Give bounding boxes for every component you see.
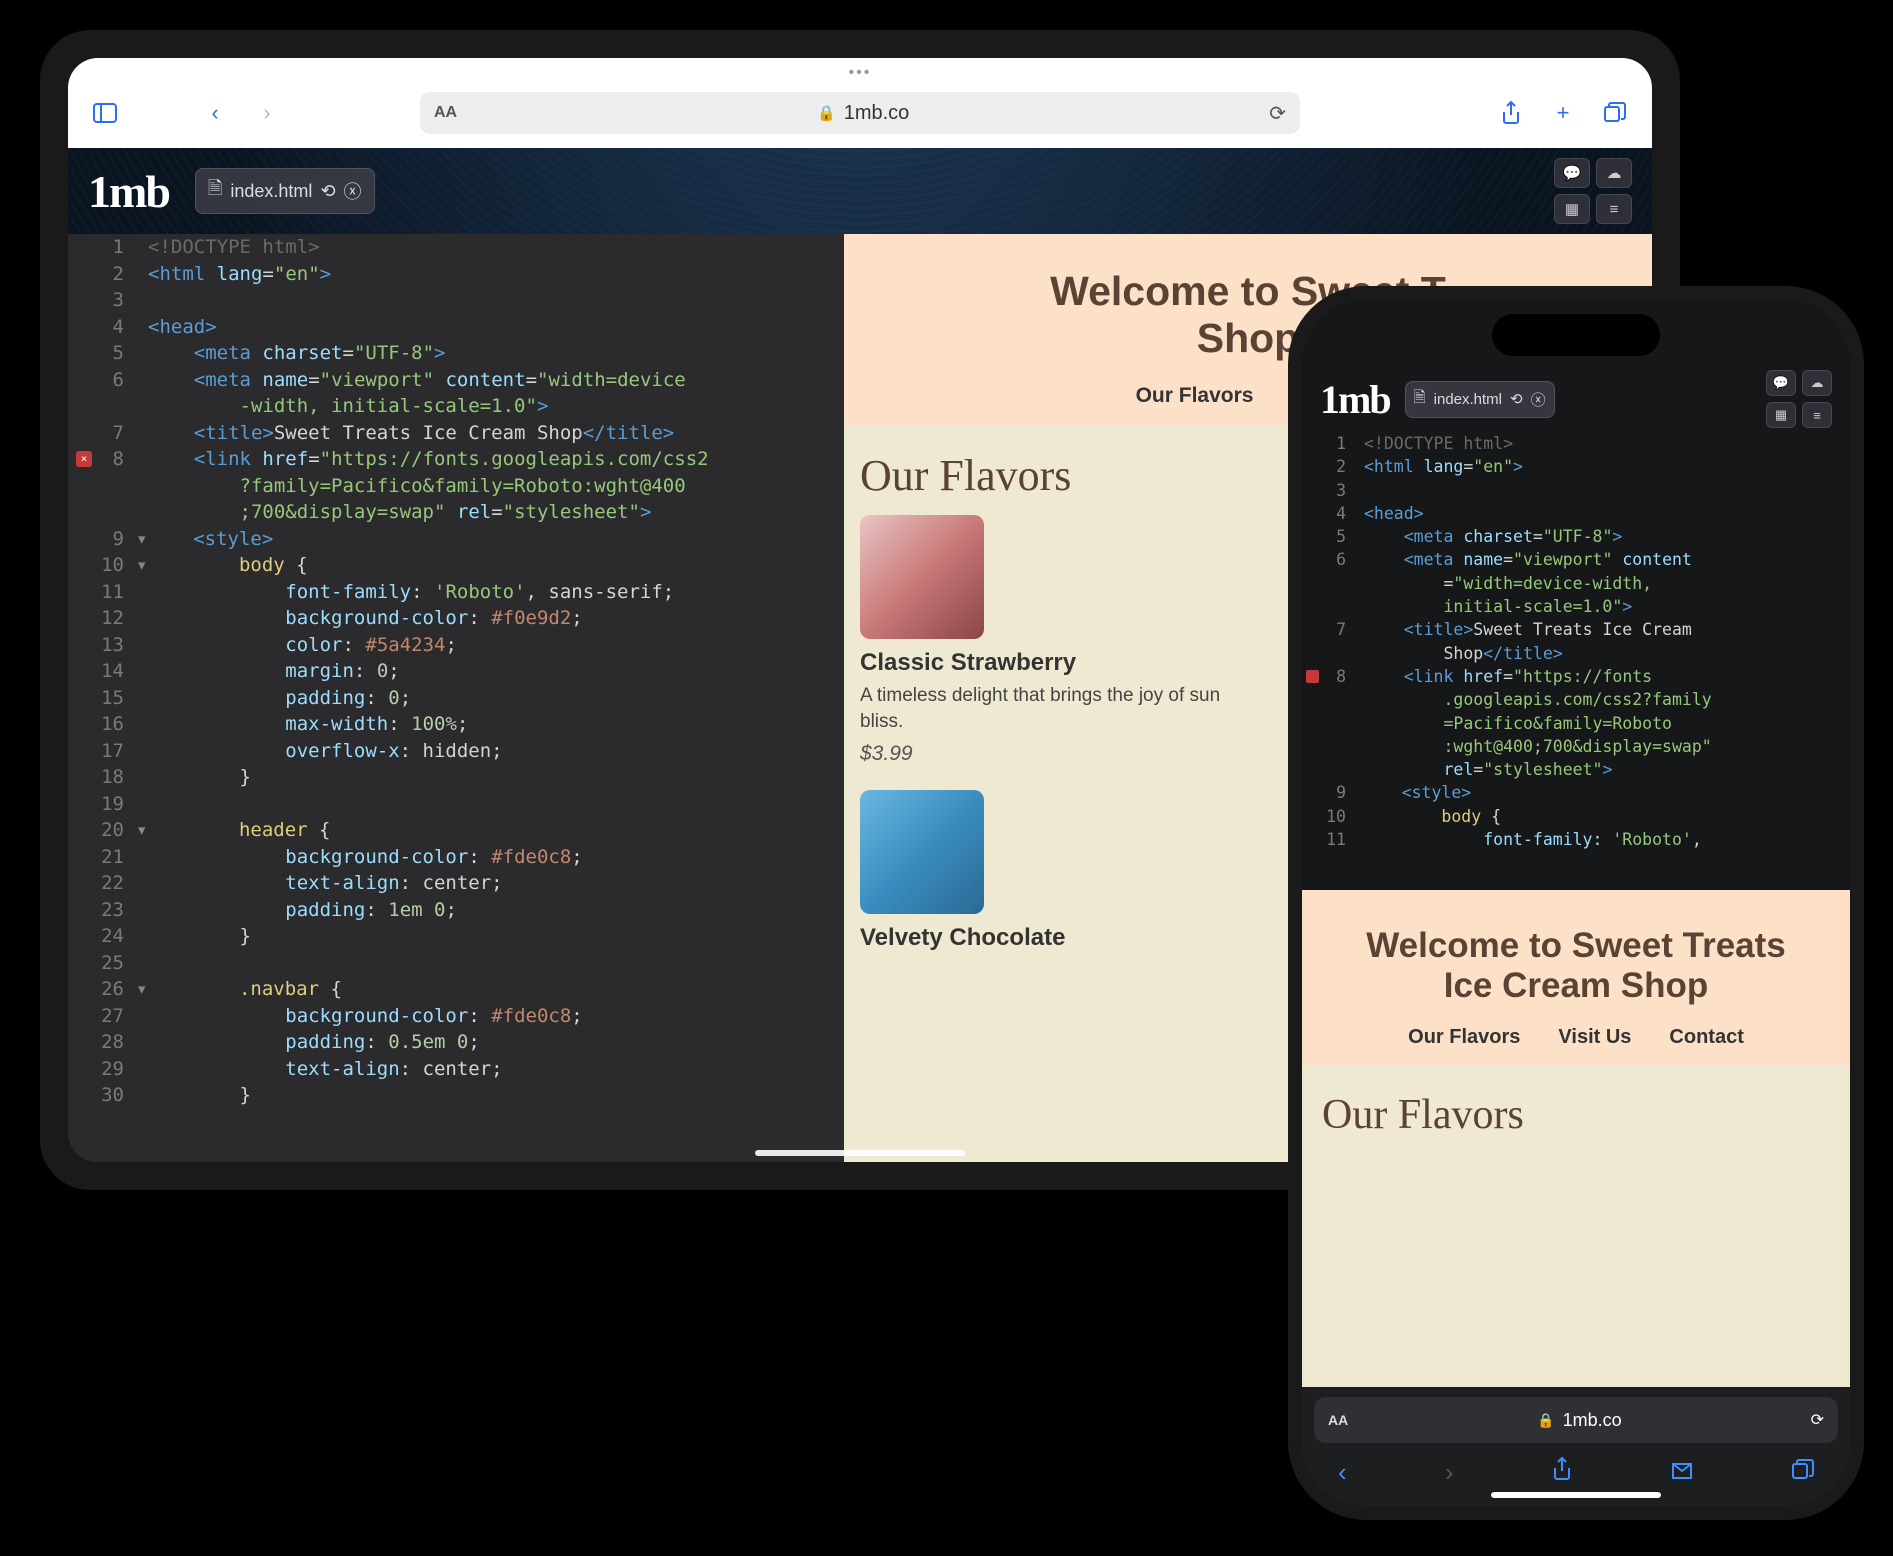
- file-tab[interactable]: 🗎 index.html ⟲ ⓧ: [1405, 381, 1555, 418]
- file-name: index.html: [230, 181, 312, 202]
- reload-icon[interactable]: ⟳: [1811, 1410, 1824, 1430]
- iphone-safari-bottom: AA 🔒 1mb.co ⟳ ‹ ›: [1302, 1387, 1850, 1506]
- chat-icon[interactable]: 💬: [1766, 370, 1796, 396]
- nav-flavors[interactable]: Our Flavors: [1136, 384, 1254, 408]
- multitask-dots[interactable]: •••: [68, 58, 1652, 84]
- back-icon[interactable]: ‹: [198, 96, 232, 130]
- lock-icon: 🔒: [817, 104, 836, 122]
- grid-icon[interactable]: ▦: [1554, 194, 1590, 224]
- code-gutter: 1234567891011: [1302, 432, 1354, 851]
- file-icon: 🗎: [208, 176, 222, 206]
- scrollbar[interactable]: [755, 1150, 965, 1156]
- tabs-icon[interactable]: [1792, 1457, 1814, 1488]
- flavor-image: [860, 515, 984, 639]
- forward-icon: ›: [250, 96, 284, 130]
- file-tab[interactable]: 🗎 index.html ⟲ ⓧ: [195, 168, 375, 214]
- close-icon[interactable]: ⓧ: [344, 178, 362, 204]
- iphone-url-bar[interactable]: AA 🔒 1mb.co ⟳: [1314, 1397, 1838, 1443]
- nav-flavors[interactable]: Our Flavors: [1408, 1026, 1520, 1049]
- code-lines[interactable]: <!DOCTYPE html><html lang="en"><head> <m…: [148, 234, 844, 1109]
- file-name: index.html: [1434, 391, 1502, 408]
- safari-toolbar: ‹ › AA 🔒 1mb.co ⟳ +: [68, 84, 1652, 148]
- header-actions: 💬 ☁ ▦ ≡: [1554, 158, 1632, 224]
- iphone-editor: 1mb 🗎 index.html ⟲ ⓧ 💬 ☁ ▦ ≡ 12345678910…: [1302, 300, 1850, 890]
- back-icon[interactable]: ‹: [1338, 1457, 1347, 1488]
- flavor-image: [860, 790, 984, 914]
- iphone-toolbar: ‹ ›: [1314, 1443, 1838, 1488]
- url-bar[interactable]: AA 🔒 1mb.co ⟳: [420, 92, 1300, 134]
- close-icon[interactable]: ⓧ: [1531, 389, 1546, 410]
- iphone-preview[interactable]: Welcome to Sweet Treats Ice Cream Shop O…: [1302, 890, 1850, 1387]
- cloud-icon[interactable]: ☁: [1596, 158, 1632, 188]
- logo[interactable]: 1mb: [88, 165, 169, 218]
- cloud-icon[interactable]: ☁: [1802, 370, 1832, 396]
- menu-icon[interactable]: ≡: [1802, 402, 1832, 428]
- iphone-screen: 1mb 🗎 index.html ⟲ ⓧ 💬 ☁ ▦ ≡ 12345678910…: [1302, 300, 1850, 1506]
- url-text: 1mb.co: [1563, 1410, 1622, 1431]
- tabs-icon[interactable]: [1598, 96, 1632, 130]
- share-icon[interactable]: [1494, 96, 1528, 130]
- share-icon[interactable]: [1552, 1457, 1572, 1488]
- grid-icon[interactable]: ▦: [1766, 402, 1796, 428]
- nav-visit[interactable]: Visit Us: [1558, 1026, 1631, 1049]
- sidebar-icon[interactable]: [88, 96, 122, 130]
- new-tab-icon[interactable]: +: [1546, 96, 1580, 130]
- dynamic-island: [1492, 314, 1660, 356]
- reader-icon[interactable]: AA: [434, 104, 457, 122]
- iphone-code[interactable]: 1234567891011 <!DOCTYPE html><html lang=…: [1302, 432, 1850, 851]
- menu-icon[interactable]: ≡: [1596, 194, 1632, 224]
- iphone-editor-header: 1mb 🗎 index.html ⟲ ⓧ 💬 ☁ ▦ ≡: [1302, 362, 1850, 432]
- reader-icon[interactable]: AA: [1328, 1412, 1348, 1428]
- flavors-heading: Our Flavors: [1322, 1091, 1830, 1139]
- code-gutter: 12345678×9101112131415161718192021222324…: [68, 234, 138, 1162]
- lock-icon: 🔒: [1537, 1412, 1554, 1429]
- bookmarks-icon[interactable]: [1670, 1457, 1694, 1488]
- preview-nav: Our Flavors Visit Us Contact: [1302, 1026, 1850, 1065]
- preview-body: Our Flavors: [1302, 1065, 1850, 1179]
- logo[interactable]: 1mb: [1320, 376, 1390, 423]
- url-text: 1mb.co: [844, 102, 910, 125]
- code-panel[interactable]: 12345678×9101112131415161718192021222324…: [68, 234, 844, 1162]
- forward-icon: ›: [1445, 1457, 1454, 1488]
- editor-header: 1mb 🗎 index.html ⟲ ⓧ 💬 ☁ ▦ ≡: [68, 148, 1652, 234]
- preview-heading: Welcome to Sweet Treats Ice Cream Shop: [1318, 926, 1834, 1006]
- chat-icon[interactable]: 💬: [1554, 158, 1590, 188]
- nav-contact[interactable]: Contact: [1669, 1026, 1743, 1049]
- file-icon: 🗎: [1414, 387, 1426, 412]
- sync-icon[interactable]: ⟲: [1510, 390, 1523, 408]
- sync-icon[interactable]: ⟲: [320, 181, 335, 202]
- home-indicator[interactable]: [1491, 1492, 1661, 1498]
- header-actions: 💬 ☁ ▦ ≡: [1766, 370, 1832, 428]
- iphone-device: 1mb 🗎 index.html ⟲ ⓧ 💬 ☁ ▦ ≡ 12345678910…: [1288, 286, 1864, 1520]
- reload-icon[interactable]: ⟳: [1269, 101, 1286, 126]
